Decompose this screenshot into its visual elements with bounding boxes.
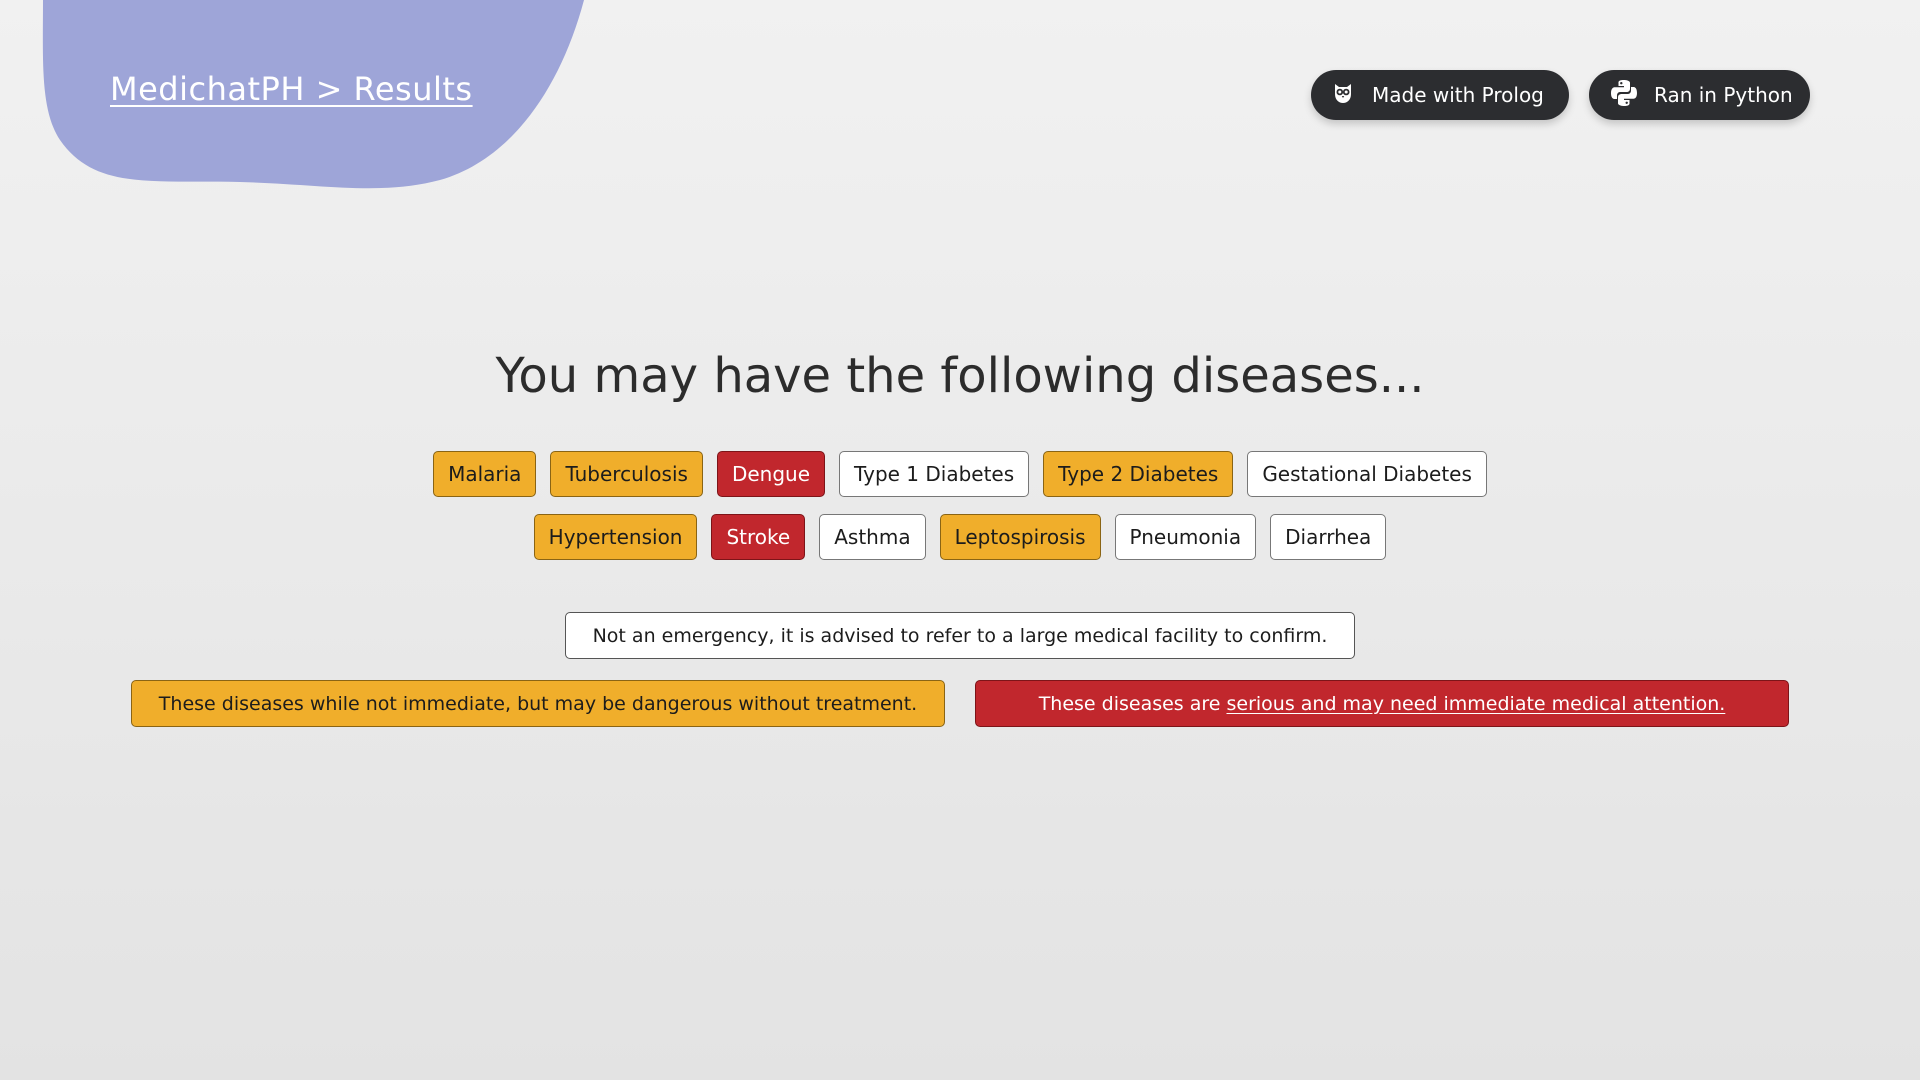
- disease-tag-stroke[interactable]: Stroke: [711, 514, 806, 560]
- ran-in-python-label: Ran in Python: [1654, 83, 1793, 107]
- disease-tag-type-1-diabetes[interactable]: Type 1 Diabetes: [839, 451, 1030, 497]
- disease-tag-gestational-diabetes[interactable]: Gestational Diabetes: [1247, 451, 1487, 497]
- serious-attention-link[interactable]: serious and may need immediate medical a…: [1226, 693, 1725, 715]
- ran-in-python-badge[interactable]: Ran in Python: [1589, 70, 1810, 120]
- disease-tag-leptospirosis[interactable]: Leptospirosis: [939, 514, 1101, 560]
- disease-tag-tuberculosis[interactable]: Tuberculosis: [550, 451, 703, 497]
- disease-tag-diarrhea[interactable]: Diarrhea: [1270, 514, 1387, 560]
- legend-serious: These diseases are serious and may need …: [975, 680, 1789, 727]
- made-with-prolog-badge[interactable]: Made with Prolog: [1311, 70, 1569, 120]
- disease-list-row-1: Malaria Tuberculosis Dengue Type 1 Diabe…: [0, 451, 1920, 497]
- legend-moderate: These diseases while not immediate, but …: [131, 680, 945, 727]
- python-icon: [1609, 78, 1654, 113]
- disease-tag-hypertension[interactable]: Hypertension: [533, 514, 698, 560]
- disease-tag-malaria[interactable]: Malaria: [433, 451, 537, 497]
- disease-tag-dengue[interactable]: Dengue: [716, 451, 825, 497]
- page-title: You may have the following diseases...: [495, 348, 1425, 404]
- owl-icon: [1331, 81, 1372, 110]
- legend-mild: Not an emergency, it is advised to refer…: [565, 612, 1355, 659]
- breadcrumb[interactable]: MedichatPH > Results: [110, 70, 473, 108]
- legend-serious-text: These diseases are: [1038, 692, 1221, 715]
- disease-tag-pneumonia[interactable]: Pneumonia: [1114, 514, 1257, 560]
- made-with-prolog-label: Made with Prolog: [1372, 83, 1544, 107]
- disease-tag-type-2-diabetes[interactable]: Type 2 Diabetes: [1043, 451, 1234, 497]
- disease-list-row-2: Hypertension Stroke Asthma Leptospirosis…: [0, 514, 1920, 560]
- disease-tag-asthma[interactable]: Asthma: [819, 514, 926, 560]
